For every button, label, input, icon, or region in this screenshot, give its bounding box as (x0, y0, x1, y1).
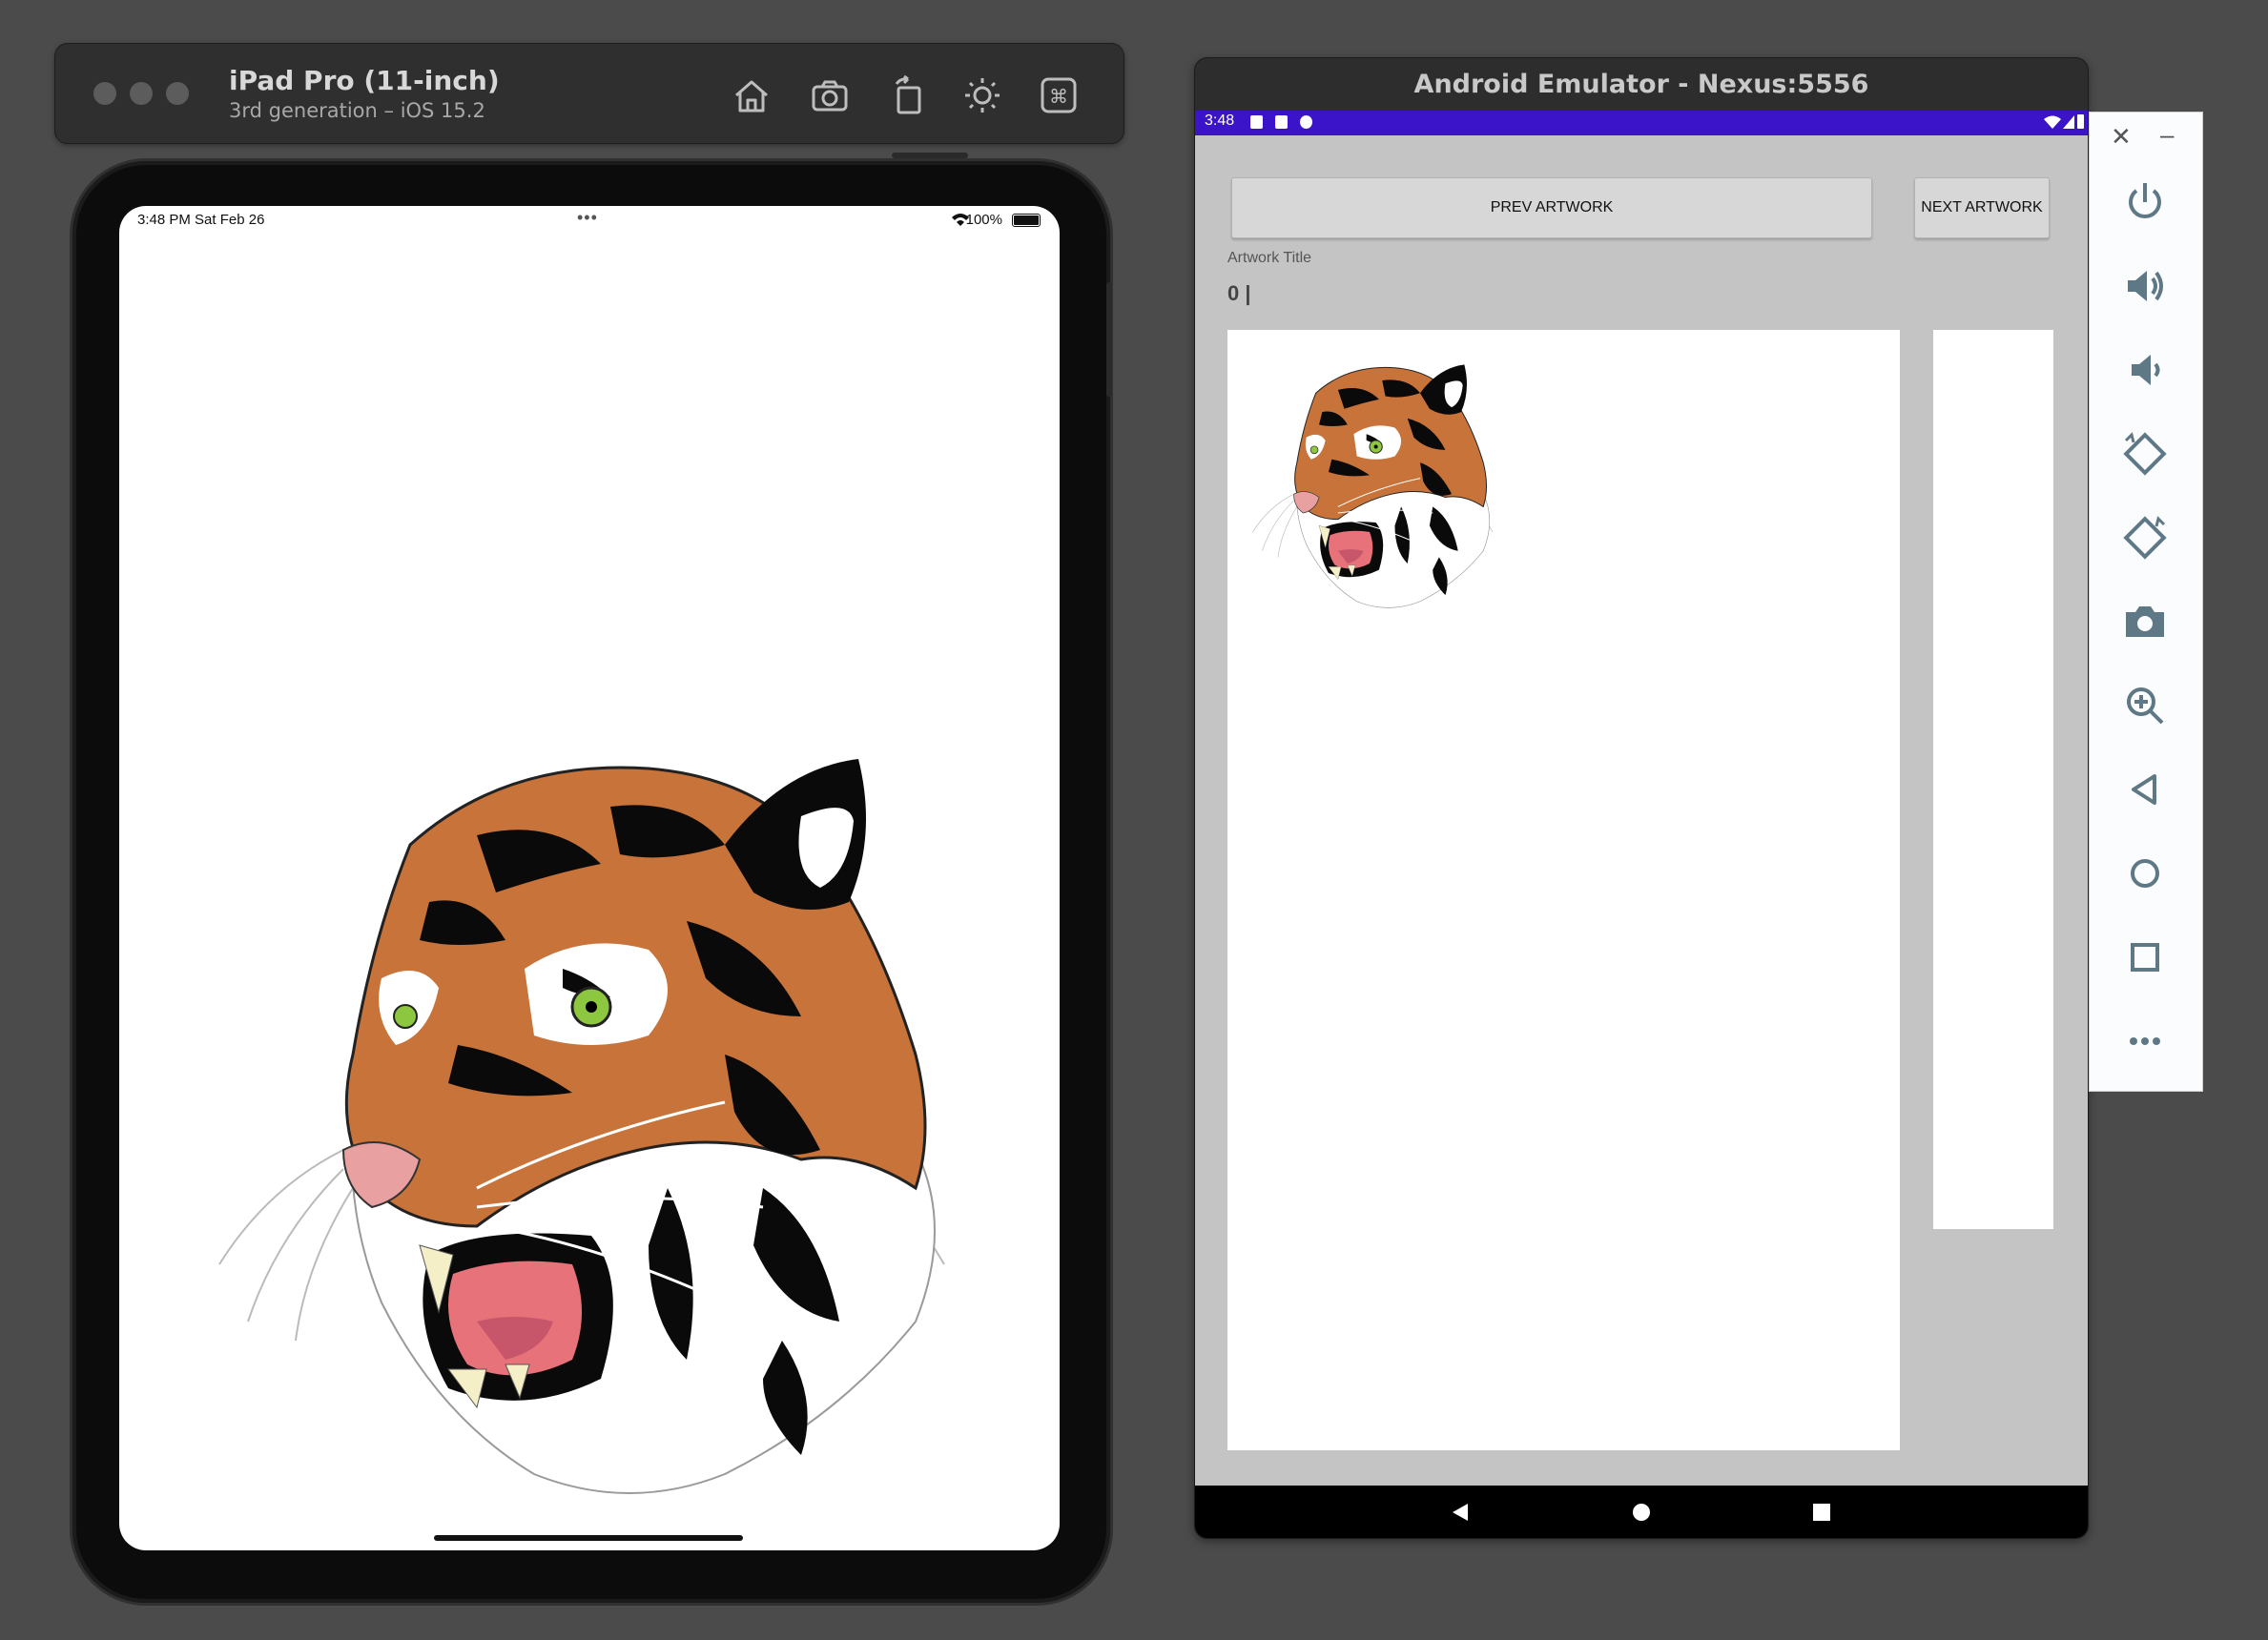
back-triangle-icon[interactable] (2120, 765, 2170, 814)
home-circle-icon[interactable] (1632, 1503, 1651, 1522)
home-icon[interactable] (731, 74, 773, 116)
tiger-artwork-thumbnail (1251, 363, 1494, 608)
rotate-left-icon[interactable] (2120, 429, 2170, 479)
sd-card-icon (1275, 115, 1288, 129)
android-status-time: 3:48 (1205, 113, 1235, 129)
zoom-window-button[interactable] (166, 82, 189, 105)
close-window-button[interactable] (93, 82, 116, 105)
recents-square-icon[interactable] (1813, 1504, 1830, 1521)
ipad-side-button[interactable] (1106, 282, 1112, 397)
device-name: iPad Pro (11-inch) (229, 65, 500, 96)
multitasking-dots[interactable]: ••• (577, 208, 598, 228)
artwork-title-value[interactable]: 0 | (1227, 281, 1251, 306)
battery-icon (2077, 114, 2084, 129)
more-icon[interactable] (2120, 1016, 2170, 1066)
rotate-right-icon[interactable] (2120, 513, 2170, 563)
home-circle-icon[interactable] (2120, 849, 2170, 898)
zoom-icon[interactable] (2120, 681, 2170, 730)
side-canvas (1933, 330, 2053, 1229)
artwork-canvas (1227, 330, 1900, 1450)
emulator-side-panel: ✕ – (2089, 112, 2203, 1092)
emulator-window-title: Android Emulator - Nexus:5556 (1413, 70, 1869, 99)
android-app: PREV ARTWORK NEXT ARTWORK Artwork Title … (1195, 135, 2088, 1486)
sync-icon (1300, 115, 1312, 129)
back-icon[interactable] (1451, 1503, 1470, 1522)
camera-icon[interactable] (2120, 597, 2170, 646)
battery-percent: 100% (965, 212, 1002, 228)
power-icon[interactable] (2120, 177, 2170, 227)
tiger-artwork (217, 757, 946, 1495)
android-emulator-window: Android Emulator - Nexus:5556 3:48 PREV … (1194, 57, 2089, 1539)
overview-square-icon[interactable] (2120, 933, 2170, 982)
screenshot-icon[interactable] (809, 74, 851, 116)
svg-text:⌘: ⌘ (1049, 85, 1068, 108)
volume-up-icon[interactable] (2120, 261, 2170, 311)
ipad-screen: 3:48 PM Sat Feb 26 ••• 100% (119, 206, 1060, 1550)
next-artwork-button[interactable]: NEXT ARTWORK (1914, 177, 2050, 238)
device-subtitle: 3rd generation – iOS 15.2 (229, 99, 485, 122)
prev-artwork-button[interactable]: PREV ARTWORK (1231, 177, 1872, 238)
android-nav-bar (1195, 1486, 2088, 1538)
ipad-top-button[interactable] (892, 153, 968, 158)
volume-down-icon[interactable] (2120, 345, 2170, 395)
ios-simulator-toolbar: iPad Pro (11-inch) 3rd generation – iOS … (54, 43, 1124, 144)
signal-icon (2063, 115, 2074, 129)
rotate-icon[interactable] (887, 74, 929, 116)
wifi-icon (2044, 115, 2061, 129)
ipad-status-time: 3:48 PM Sat Feb 26 (137, 212, 265, 228)
notification-icon (1250, 115, 1263, 129)
artwork-title-label: Artwork Title (1227, 250, 1312, 266)
appearance-icon[interactable] (961, 74, 1003, 116)
keyboard-command-icon[interactable]: ⌘ (1038, 74, 1080, 116)
minimize-window-button[interactable] (130, 82, 153, 105)
minimize-emulator-button[interactable]: – (2160, 120, 2174, 150)
android-status-bar: 3:48 (1195, 111, 2088, 135)
battery-icon (1012, 214, 1041, 227)
home-indicator[interactable] (434, 1535, 743, 1541)
close-emulator-button[interactable]: ✕ (2111, 122, 2132, 152)
